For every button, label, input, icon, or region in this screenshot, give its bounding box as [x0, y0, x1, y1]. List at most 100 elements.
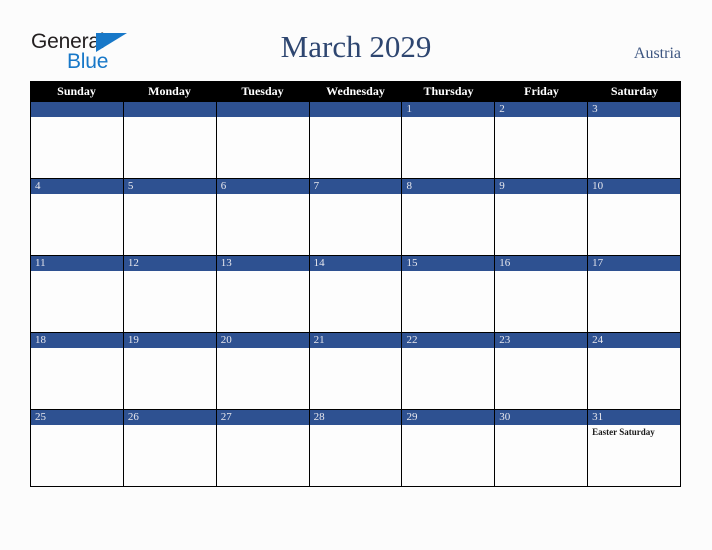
- weekday-header-saturday: Saturday: [610, 84, 659, 98]
- day-number: 18: [35, 334, 46, 346]
- page-title: March 2029: [280, 29, 432, 64]
- logo-text-blue: Blue: [67, 50, 109, 73]
- day-events: [217, 348, 309, 350]
- calendar-week-row: 25 26 27 28 29 30 31 Easter Saturday: [30, 409, 682, 487]
- day-events: [588, 194, 680, 196]
- day-number: 7: [313, 180, 320, 192]
- day-events: [124, 194, 216, 196]
- day-events: [310, 425, 402, 427]
- day-number: 22: [406, 334, 418, 346]
- day-number-bar: [495, 178, 588, 194]
- calendar-day-cell[interactable]: 28: [309, 409, 403, 486]
- calendar-day-cell-empty[interactable]: [123, 101, 217, 178]
- day-number-bar: [31, 101, 123, 117]
- day-number: 16: [499, 257, 511, 269]
- weekday-header-tuesday: Tuesday: [241, 84, 284, 98]
- day-events: [588, 348, 680, 350]
- day-number: 24: [592, 334, 604, 346]
- day-number: 27: [220, 411, 232, 423]
- calendar-day-cell[interactable]: 21: [309, 332, 403, 409]
- day-events: [495, 348, 587, 350]
- calendar-day-cell-empty[interactable]: [309, 101, 403, 178]
- day-number: 29: [406, 411, 418, 423]
- calendar-day-cell[interactable]: 22: [402, 332, 496, 409]
- calendar-day-cell[interactable]: 17: [588, 255, 682, 332]
- day-number-bar: [216, 101, 309, 117]
- calendar-week-row: 11 12 13 14 15 16 17: [30, 255, 682, 332]
- calendar-day-cell[interactable]: 18: [31, 332, 124, 409]
- day-number: 15: [406, 257, 418, 269]
- day-number: 23: [499, 334, 511, 346]
- day-events: [124, 117, 216, 119]
- calendar-day-cell[interactable]: 4: [31, 178, 124, 255]
- calendar-day-cell[interactable]: 5: [123, 178, 217, 255]
- day-number: 17: [592, 257, 604, 269]
- day-events: [217, 425, 309, 427]
- day-events: [495, 194, 587, 196]
- calendar-day-cell[interactable]: 8: [402, 178, 496, 255]
- calendar-week-row: 18 19 20 21 22 23 24: [30, 332, 682, 409]
- day-events: [402, 194, 494, 196]
- weekday-header-row: Sunday Monday Tuesday Wednesday Thursday…: [30, 81, 681, 101]
- calendar-day-cell[interactable]: 27: [216, 409, 310, 486]
- day-events: [402, 271, 494, 273]
- day-number: 26: [127, 411, 139, 423]
- day-number: 5: [127, 180, 134, 192]
- day-events: [588, 117, 680, 119]
- day-events: [31, 425, 123, 427]
- calendar-day-cell[interactable]: 19: [123, 332, 217, 409]
- day-events: [31, 117, 123, 119]
- day-events: [124, 348, 216, 350]
- calendar-day-cell[interactable]: 30: [495, 409, 589, 486]
- calendar-day-cell[interactable]: 3: [588, 101, 682, 178]
- calendar-day-cell[interactable]: 11: [31, 255, 124, 332]
- day-number: 9: [499, 180, 505, 192]
- calendar-day-cell-empty[interactable]: [31, 101, 124, 178]
- day-events: [217, 194, 309, 196]
- day-number: 1: [406, 103, 412, 115]
- calendar-day-cell-empty[interactable]: [216, 101, 310, 178]
- calendar-day-cell[interactable]: 10: [588, 178, 682, 255]
- day-number: 13: [220, 257, 232, 269]
- calendar-day-cell[interactable]: 20: [216, 332, 310, 409]
- calendar-day-cell[interactable]: 26: [123, 409, 217, 486]
- day-events: [402, 117, 494, 119]
- weekday-header-monday: Monday: [148, 84, 191, 98]
- day-number: 14: [313, 257, 325, 269]
- calendar-day-cell[interactable]: 6: [216, 178, 310, 255]
- calendar-week-row: 4 5 6 7 8 9 10: [30, 178, 682, 255]
- calendar-day-cell[interactable]: 13: [216, 255, 310, 332]
- day-number-bar: [309, 178, 402, 194]
- day-number-bar: [402, 178, 495, 194]
- day-number: 3: [592, 103, 598, 115]
- day-events: [310, 194, 402, 196]
- calendar-weeks: 1 2 3 4 5 6 7 8 9 10 11 12 13 14 15 16 17 18 19 20 21 22 23 24 2…: [30, 101, 682, 487]
- calendar-day-cell[interactable]: 2: [495, 101, 589, 178]
- day-number: 2: [499, 103, 505, 115]
- calendar-day-cell[interactable]: 7: [309, 178, 403, 255]
- calendar-day-cell[interactable]: 9: [495, 178, 589, 255]
- calendar-day-cell[interactable]: 12: [123, 255, 217, 332]
- day-number-bar: [123, 178, 216, 194]
- day-number: 30: [499, 411, 511, 423]
- day-events: [495, 117, 587, 119]
- calendar-day-cell[interactable]: 29: [402, 409, 496, 486]
- calendar-grid: Sunday Monday Tuesday Wednesday Thursday…: [30, 81, 682, 487]
- weekday-header-friday: Friday: [524, 84, 559, 98]
- calendar-day-cell[interactable]: 16: [495, 255, 589, 332]
- day-number: 19: [127, 334, 139, 346]
- calendar-day-cell[interactable]: 23: [495, 332, 589, 409]
- calendar-day-cell[interactable]: 1: [402, 101, 496, 178]
- calendar-week-row: 1 2 3: [30, 101, 682, 178]
- calendar-day-cell[interactable]: 14: [309, 255, 403, 332]
- calendar-day-cell[interactable]: 15: [402, 255, 496, 332]
- day-events: [310, 348, 402, 350]
- day-number: 4: [35, 180, 41, 192]
- holiday-event-label: Easter Saturday: [592, 427, 655, 437]
- calendar-day-cell[interactable]: 24: [588, 332, 682, 409]
- day-events: Easter Saturday: [588, 425, 680, 438]
- weekday-header-wednesday: Wednesday: [326, 84, 385, 98]
- calendar-day-cell[interactable]: 31 Easter Saturday: [588, 409, 682, 486]
- day-events: [217, 271, 309, 273]
- calendar-day-cell[interactable]: 25: [31, 409, 124, 486]
